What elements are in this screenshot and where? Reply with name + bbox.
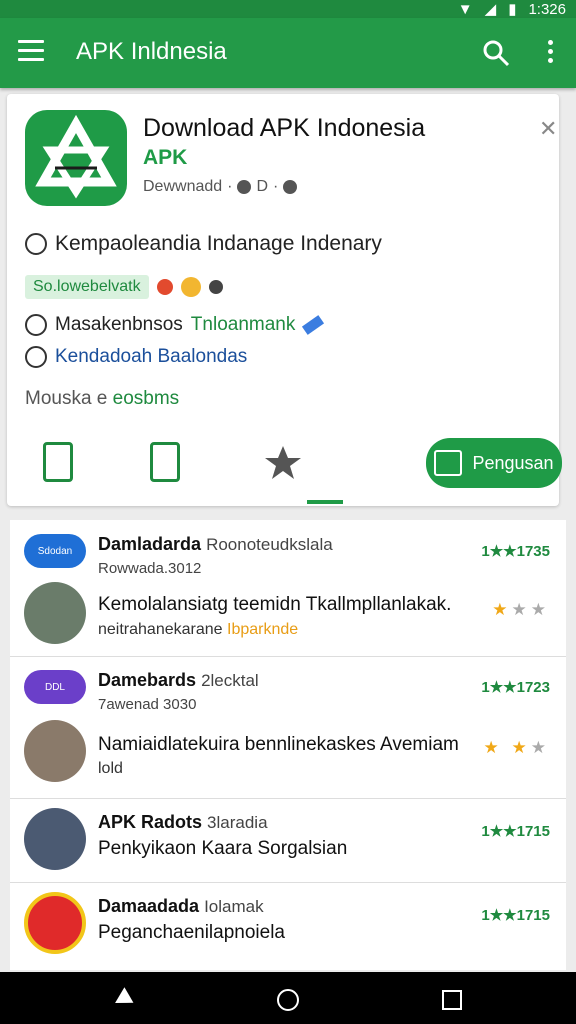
developer-label: Masakenbnsos bbox=[55, 314, 183, 335]
more-line: Mouska e eosbms bbox=[25, 388, 179, 410]
item-description: Peganchaenilapnoiela bbox=[98, 922, 285, 943]
menu-icon[interactable] bbox=[18, 40, 44, 62]
back-icon[interactable] bbox=[110, 987, 134, 1011]
item-rating: 1★★1735 bbox=[481, 543, 550, 560]
more-options-icon[interactable] bbox=[544, 40, 556, 66]
wifi-icon: ▼ bbox=[457, 0, 473, 18]
tab-phone-edit-icon[interactable] bbox=[43, 442, 73, 482]
meta-d: D bbox=[256, 178, 269, 195]
recent-apps-icon[interactable] bbox=[442, 990, 462, 1010]
avatar bbox=[24, 720, 86, 782]
item-info: Rowwada.3012 bbox=[98, 560, 202, 577]
app-subtitle: APK bbox=[143, 146, 188, 169]
list-item[interactable]: DDL Damebards 2lecktal 7awenad 3030 1★★1… bbox=[10, 656, 566, 799]
developer-row: Masakenbnsos Tnloanmank bbox=[25, 314, 325, 336]
more-label: Mouska e bbox=[25, 388, 108, 409]
app-logo bbox=[25, 110, 127, 206]
list-item[interactable]: APK Radots 3laradia 1★★1715 Penkyikaon K… bbox=[10, 798, 566, 883]
search-icon[interactable] bbox=[482, 39, 510, 67]
item-title: Damaadada Iolamak bbox=[98, 896, 264, 916]
star-rating: ★★★ bbox=[492, 600, 550, 619]
tab-indicator bbox=[307, 500, 343, 504]
info-icon bbox=[283, 180, 298, 194]
category-badge[interactable]: So.lowebelvatk bbox=[25, 275, 149, 299]
item-info: 7awenad 3030 bbox=[98, 696, 197, 713]
item-rating: 1★★1723 bbox=[481, 679, 550, 696]
item-rating: 1★★1715 bbox=[481, 823, 550, 840]
refresh-icon bbox=[25, 346, 47, 368]
download-link[interactable]: Kendadoah Baalondas bbox=[55, 346, 247, 368]
list-item[interactable]: Damaadada Iolamak 1★★1715 Peganchaenilap… bbox=[10, 882, 566, 970]
app-bar-title: APK Inldnesia bbox=[76, 38, 227, 65]
app-list: Sdodan Damladarda Roonoteudkslala Rowwad… bbox=[10, 520, 566, 970]
item-description: Namiaidlatekuira bennlinekaskes Avemiam bbox=[98, 734, 459, 755]
meta-separator: · bbox=[227, 178, 233, 195]
star-rating: ★ ★★ bbox=[483, 738, 550, 757]
app-screenshot-thumbnail bbox=[24, 582, 86, 644]
app-description: Kempaoleandia Indanage Indenary bbox=[55, 232, 382, 255]
install-button[interactable]: Pengusan bbox=[426, 438, 562, 488]
badge-row: So.lowebelvatk bbox=[25, 275, 223, 299]
message-icon bbox=[434, 450, 463, 476]
battery-icon: ▮ bbox=[508, 1, 517, 18]
person-icon bbox=[156, 279, 173, 295]
app-description-row: Kempaoleandia Indanage Indenary bbox=[25, 232, 382, 256]
meta-text: Dewwnadd bbox=[143, 178, 223, 195]
clock-icon bbox=[25, 233, 47, 255]
item-description: Penkyikaon Kaara Sorgalsian bbox=[98, 838, 348, 859]
item-title: Damebards 2lecktal bbox=[98, 670, 259, 690]
item-title: Damladarda Roonoteudkslala bbox=[98, 534, 333, 554]
tab-star-icon[interactable] bbox=[263, 442, 303, 482]
app-detail-card: Download APK Indonesia APK Dewwnadd · D … bbox=[7, 94, 562, 506]
signal-icon: ◢ bbox=[484, 1, 497, 18]
meta-separator-2: · bbox=[273, 178, 279, 195]
item-subtext: lold bbox=[98, 760, 123, 777]
app-name: Download APK Indonesia bbox=[143, 114, 426, 142]
item-subtext: neitrahanekarane Ibparknde bbox=[98, 621, 299, 638]
list-item[interactable]: Sdodan Damladarda Roonoteudkslala Rowwad… bbox=[10, 520, 566, 657]
tab-bar: Pengusan bbox=[7, 432, 562, 506]
app-icon: Sdodan bbox=[24, 534, 86, 568]
emoji-icon bbox=[180, 277, 201, 297]
pen-icon bbox=[302, 315, 325, 335]
avatar bbox=[24, 808, 86, 870]
developer-link[interactable]: Tnloanmank bbox=[191, 314, 296, 336]
install-button-label: Pengusan bbox=[472, 452, 554, 473]
app-icon bbox=[24, 892, 86, 954]
system-nav-bar bbox=[0, 972, 576, 1024]
download-row: Kendadoah Baalondas bbox=[25, 346, 247, 368]
item-description: Kemolalansiatg teemidn Tkallmpllanlakak. bbox=[98, 594, 452, 615]
app-bar: APK Inldnesia bbox=[0, 18, 576, 88]
more-link[interactable]: eosbms bbox=[113, 388, 180, 409]
home-icon[interactable] bbox=[277, 989, 299, 1011]
status-bar: ▼ ◢ ▮ 1:326 bbox=[0, 0, 576, 18]
item-rating: 1★★1715 bbox=[481, 907, 550, 924]
close-icon[interactable]: ✕ bbox=[539, 116, 557, 142]
app-icon: DDL bbox=[24, 670, 86, 704]
app-meta: Dewwnadd · D · bbox=[143, 178, 298, 196]
dot-icon bbox=[208, 280, 223, 294]
tab-phone-icon[interactable] bbox=[150, 442, 180, 482]
globe-icon bbox=[237, 180, 252, 194]
info-circle-icon bbox=[25, 314, 47, 336]
item-title: APK Radots 3laradia bbox=[98, 812, 268, 832]
clock: 1:326 bbox=[528, 0, 566, 18]
